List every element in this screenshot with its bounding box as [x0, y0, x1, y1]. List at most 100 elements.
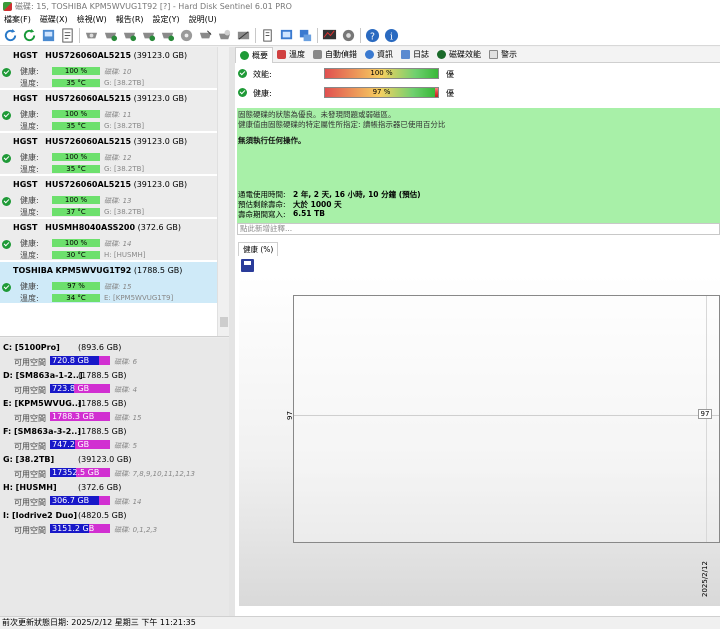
- title-bar: 磁碟: 15, TOSHIBA KPM5WVUG1T92 [?] - Hard …: [0, 0, 720, 13]
- ok-status-icon: [2, 154, 11, 163]
- free-space-label: 可用空間: [14, 526, 46, 535]
- volume-size: (1788.5 GB): [78, 427, 127, 436]
- monitor-icon[interactable]: [321, 28, 337, 44]
- y-tick-label: 97: [286, 411, 294, 420]
- volume-item[interactable]: H: [HUSMH] (372.6 GB) 可用空間 306.7 GB 磁碟: …: [0, 480, 229, 508]
- alert-icon[interactable]: [278, 28, 294, 44]
- left-panel: HGST HUS726060AL5215 (39123.0 GB) 健康: 10…: [0, 47, 229, 616]
- disk-icon-9[interactable]: [235, 28, 251, 44]
- health-bar: 100 %: [52, 196, 100, 204]
- toolbar-separator: [317, 28, 318, 43]
- performance-row: 效能: 100 % 優: [235, 66, 720, 82]
- disk-item[interactable]: HGST HUS726060AL5215 (39123.0 GB) 健康: 10…: [0, 176, 217, 218]
- volume-item[interactable]: E: [KPM5WVUG..] (1788.5 GB) 可用空間 1788.3 …: [0, 396, 229, 424]
- volume-size: (39123.0 GB): [78, 455, 132, 464]
- tab-smart[interactable]: 自動偵錯: [309, 47, 361, 63]
- disk-number: 磁碟: 12: [104, 154, 132, 162]
- disk-name: HGST HUS726060AL5215 (39123.0 GB): [13, 180, 188, 189]
- disk-list: HGST HUS726060AL5215 (39123.0 GB) 健康: 10…: [0, 47, 229, 337]
- volume-list: C: [5100Pro] (893.6 GB) 可用空間 720.8 GB 磁碟…: [0, 338, 229, 616]
- volume-name: E: [KPM5WVUG..]: [3, 399, 82, 408]
- save-icon[interactable]: [241, 259, 254, 272]
- disk-name: TOSHIBA KPM5WVUG1T92 (1788.5 GB): [13, 266, 183, 275]
- temp-label: 溫度:: [20, 208, 39, 217]
- health-label: 健康:: [20, 110, 39, 119]
- help-icon[interactable]: ?: [364, 28, 380, 44]
- scrollbar-thumb[interactable]: [220, 317, 228, 327]
- disk-number: 磁碟: 11: [104, 111, 132, 119]
- lifetime-writes-row: 壽命期間寫入: 6.51 TB: [238, 209, 325, 219]
- volume-label: G: [38.2TB]: [104, 122, 145, 130]
- tab-information[interactable]: 資訊: [361, 47, 397, 63]
- volume-item[interactable]: D: [SM863a-1-2..] (1788.5 GB) 可用空間 723.8…: [0, 368, 229, 396]
- status-line: 健康值由固態硬碟的特定屬性所指定: 讀帳指示器已使用百分比: [238, 120, 446, 129]
- free-space-bar: 1788.3 GB: [50, 412, 110, 421]
- disk-icon-2[interactable]: [102, 28, 118, 44]
- notes-field[interactable]: 點此新增註釋...: [237, 223, 720, 235]
- disk-name: HGST HUS726060AL5215 (39123.0 GB): [13, 51, 188, 60]
- refresh-icon[interactable]: [2, 28, 18, 44]
- volume-item[interactable]: I: [Iodrive2 Duo] (4820.5 GB) 可用空間 3151.…: [0, 508, 229, 536]
- tab-health-chart[interactable]: 健康 (%): [238, 242, 279, 256]
- disk-icon-4[interactable]: [140, 28, 156, 44]
- toolbar-separator: [79, 28, 80, 43]
- status-advice: 無須執行任何操作。: [238, 136, 306, 145]
- surface-test-icon[interactable]: [40, 28, 56, 44]
- info-icon[interactable]: i: [383, 28, 399, 44]
- health-chart: 97 97 2025/2/12: [239, 275, 720, 606]
- disk-icon-5[interactable]: [159, 28, 175, 44]
- health-row: 健康: 97 % 優: [235, 85, 720, 101]
- toolbar: ? i: [0, 26, 720, 46]
- menu-file[interactable]: 檔案(F): [4, 14, 31, 25]
- report-icon[interactable]: [59, 28, 75, 44]
- volume-item[interactable]: G: [38.2TB] (39123.0 GB) 可用空間 17352.5 GB…: [0, 452, 229, 480]
- disk-item-selected[interactable]: TOSHIBA KPM5WVUG1T92 (1788.5 GB) 健康: 97 …: [0, 262, 217, 304]
- menu-report[interactable]: 報告(R): [116, 14, 144, 25]
- disk-list-scrollbar[interactable]: [217, 47, 229, 336]
- disk-icon-1[interactable]: [83, 28, 99, 44]
- tab-alerts[interactable]: 警示: [485, 47, 521, 63]
- free-space-bar: 306.7 GB: [50, 496, 110, 505]
- tab-log[interactable]: 日誌: [397, 47, 433, 63]
- performance-bar: 100 %: [324, 68, 439, 79]
- disk-item[interactable]: HGST HUS726060AL5215 (39123.0 GB) 健康: 10…: [0, 133, 217, 175]
- health-bar: 100 %: [52, 239, 100, 247]
- tab-disk-performance[interactable]: 磁碟效能: [433, 47, 485, 63]
- menu-help[interactable]: 說明(U): [189, 14, 217, 25]
- ok-status-icon: [238, 69, 247, 78]
- disk-icon-8[interactable]: [216, 28, 232, 44]
- settings-icon[interactable]: [340, 28, 356, 44]
- tab-temperature[interactable]: 溫度: [273, 47, 309, 63]
- temp-label: 溫度:: [20, 294, 39, 303]
- disk-item[interactable]: HGST HUS726060AL5215 (39123.0 GB) 健康: 10…: [0, 90, 217, 132]
- volume-item[interactable]: C: [5100Pro] (893.6 GB) 可用空間 720.8 GB 磁碟…: [0, 340, 229, 368]
- toolbar-separator: [255, 28, 256, 43]
- info-icon: [365, 50, 374, 59]
- volume-disks: 磁碟: 5: [114, 442, 138, 450]
- menu-view[interactable]: 檢視(W): [77, 14, 107, 25]
- volume-size: (372.6 GB): [78, 483, 122, 492]
- temp-label: 溫度:: [20, 251, 39, 260]
- disk-icon-7[interactable]: [197, 28, 213, 44]
- menu-disk[interactable]: 磁碟(X): [40, 14, 68, 25]
- toolbar-separator: [360, 28, 361, 43]
- menu-settings[interactable]: 設定(Y): [153, 14, 180, 25]
- tab-overview[interactable]: 概要: [235, 46, 273, 63]
- copy-icon[interactable]: [259, 28, 275, 44]
- volume-name: H: [HUSMH]: [3, 483, 57, 492]
- ok-status-icon: [2, 68, 11, 77]
- health-bar: 97 %: [52, 282, 100, 290]
- volume-size: (893.6 GB): [78, 343, 122, 352]
- disk-name: HGST HUS726060AL5215 (39123.0 GB): [13, 94, 188, 103]
- disk-item[interactable]: HGST HUSMH8040ASS200 (372.6 GB) 健康: 100 …: [0, 219, 217, 261]
- free-space-bar: 3151.2 GB: [50, 524, 110, 533]
- volume-disks: 磁碟: 7,8,9,10,11,12,13: [114, 470, 195, 478]
- refresh-all-icon[interactable]: [21, 28, 37, 44]
- network-icon[interactable]: [297, 28, 313, 44]
- disk-icon-6[interactable]: [178, 28, 194, 44]
- volume-label: G: [38.2TB]: [104, 79, 145, 87]
- disk-item[interactable]: HGST HUS726060AL5215 (39123.0 GB) 健康: 10…: [0, 47, 217, 89]
- disk-icon-3[interactable]: [121, 28, 137, 44]
- health-label: 健康:: [20, 67, 39, 76]
- volume-item[interactable]: F: [SM863a-3-2..] (1788.5 GB) 可用空間 747.2…: [0, 424, 229, 452]
